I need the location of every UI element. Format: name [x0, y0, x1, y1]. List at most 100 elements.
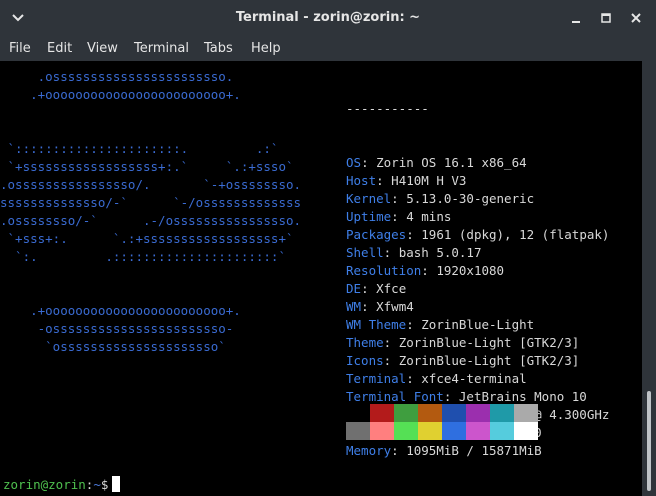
color-swatch: [490, 422, 514, 440]
info-row: Kernel: 5.13.0-30-generic: [346, 190, 609, 208]
logo-line: `:. .::::::::::::::::::::::`: [0, 249, 286, 264]
info-key: Shell: [346, 245, 384, 260]
info-key: Uptime: [346, 209, 392, 224]
info-row: Resolution: 1920x1080: [346, 262, 609, 280]
close-button[interactable]: [626, 8, 646, 28]
title-bar: Terminal - zorin@zorin: ~: [0, 0, 656, 36]
info-colon: :: [391, 209, 399, 224]
info-value: Xfwm4: [368, 299, 414, 314]
color-swatch: [418, 404, 442, 422]
info-colon: :: [421, 263, 429, 278]
info-row: Theme: ZorinBlue-Light [GTK2/3]: [346, 334, 609, 352]
menu-view[interactable]: View: [87, 36, 118, 61]
color-swatch: [514, 422, 538, 440]
color-swatch: [514, 404, 538, 422]
info-value: 5.13.0-30-generic: [398, 191, 535, 206]
vertical-scrollbar[interactable]: [642, 61, 656, 496]
logo-line: ssssssssssssso/-` `-/osssssssssssss: [0, 195, 302, 210]
info-row: DE: Xfce: [346, 280, 609, 298]
info-value: 1961 (dpkg), 12 (flatpak): [413, 227, 610, 242]
distro-ascii-logo: .osssssssssssssssssssssso. .+ooooooooooo…: [0, 68, 301, 356]
shell-prompt[interactable]: zorin@zorin:~$: [3, 476, 121, 494]
info-colon: :: [406, 317, 414, 332]
menu-help[interactable]: Help: [251, 36, 281, 61]
info-row: Packages: 1961 (dpkg), 12 (flatpak): [346, 226, 609, 244]
info-row: Uptime: 4 mins: [346, 208, 609, 226]
info-key: Resolution: [346, 263, 422, 278]
info-row: Memory: 1095MiB / 15871MiB: [346, 442, 609, 460]
window-title: Terminal - zorin@zorin: ~: [235, 10, 421, 25]
prompt-user: zorin@zorin: [3, 477, 86, 492]
color-swatch: [370, 422, 394, 440]
logo-line: -osssssssssssssssssssssso-: [0, 321, 234, 336]
menu-terminal[interactable]: Terminal: [134, 36, 189, 61]
info-key: Packages: [346, 227, 407, 242]
info-value: xfce4-terminal: [413, 371, 527, 386]
color-swatch: [394, 404, 418, 422]
info-value: H410M H V3: [383, 173, 467, 188]
palette-row-normal: [346, 404, 538, 422]
menu-tabs[interactable]: Tabs: [204, 36, 233, 61]
info-row: WM Theme: ZorinBlue-Light: [346, 316, 609, 334]
info-key: Terminal: [346, 371, 407, 386]
logo-line: `+ssssssssssssssssss+:.` `.:+ssso`: [0, 159, 294, 174]
info-colon: :: [361, 155, 369, 170]
logo-line: .+oooooooooooooooooooooooo+.: [0, 303, 241, 318]
color-swatch: [466, 422, 490, 440]
minimize-button[interactable]: [566, 8, 586, 28]
menu-file[interactable]: File: [9, 36, 31, 61]
info-row: Icons: ZorinBlue-Light [GTK2/3]: [346, 352, 609, 370]
info-colon: :: [376, 173, 384, 188]
info-row: OS: Zorin OS 16.1 x86_64: [346, 154, 609, 172]
close-icon: [631, 13, 641, 23]
info-key: OS: [346, 155, 362, 170]
scrollbar-thumb[interactable]: [647, 391, 651, 491]
color-swatch: [442, 404, 466, 422]
palette-row-bright: [346, 422, 538, 440]
prompt-path: ~: [93, 477, 101, 492]
info-colon: :: [406, 371, 414, 386]
color-swatch: [370, 404, 394, 422]
info-value: ZorinBlue-Light: [413, 317, 535, 332]
info-value: bash 5.0.17: [391, 245, 482, 260]
info-value: 1095MiB / 15871MiB: [398, 443, 542, 458]
info-row: WM: Xfwm4: [346, 298, 609, 316]
text-cursor: [112, 476, 121, 492]
info-colon: :: [391, 191, 399, 206]
logo-line: [0, 284, 301, 302]
info-key: Kernel: [346, 191, 392, 206]
color-swatch: [442, 422, 466, 440]
info-value: ZorinBlue-Light [GTK2/3]: [391, 353, 580, 368]
color-swatch: [466, 404, 490, 422]
info-key: Icons: [346, 353, 384, 368]
terminal-window: Terminal - zorin@zorin: ~ File Edit View…: [0, 0, 656, 496]
color-swatch: [394, 422, 418, 440]
info-key: WM Theme: [346, 317, 407, 332]
logo-line: [0, 104, 301, 122]
info-key: Host: [346, 173, 377, 188]
info-key: Theme: [346, 335, 384, 350]
info-colon: :: [391, 443, 399, 458]
color-swatch: [346, 422, 370, 440]
info-value: JetBrains Mono 10: [451, 389, 587, 404]
menu-bar: File Edit View Terminal Tabs Help: [0, 36, 656, 61]
maximize-icon: [601, 13, 611, 23]
info-colon: :: [406, 227, 414, 242]
minimize-icon: [572, 21, 580, 23]
logo-line: `::::::::::::::::::::::. .:`: [0, 141, 279, 156]
info-key: WM: [346, 299, 362, 314]
logo-line: `osssssssssssssssssssso`: [0, 339, 226, 354]
maximize-button[interactable]: [596, 8, 616, 28]
info-value: 4 mins: [398, 209, 452, 224]
logo-line: `+sss+:. `.:+ssssssssssssssssss+`: [0, 231, 294, 246]
info-key: Memory: [346, 443, 392, 458]
info-colon: :: [361, 281, 369, 296]
info-separator: -----------: [346, 101, 429, 116]
info-row: Host: H410M H V3: [346, 172, 609, 190]
color-swatch: [418, 422, 442, 440]
color-palette: [346, 404, 538, 440]
logo-line: .osssssssssssssssssssssso.: [0, 69, 234, 84]
info-key: Terminal Font: [346, 389, 444, 404]
menu-edit[interactable]: Edit: [47, 36, 72, 61]
color-swatch: [490, 404, 514, 422]
